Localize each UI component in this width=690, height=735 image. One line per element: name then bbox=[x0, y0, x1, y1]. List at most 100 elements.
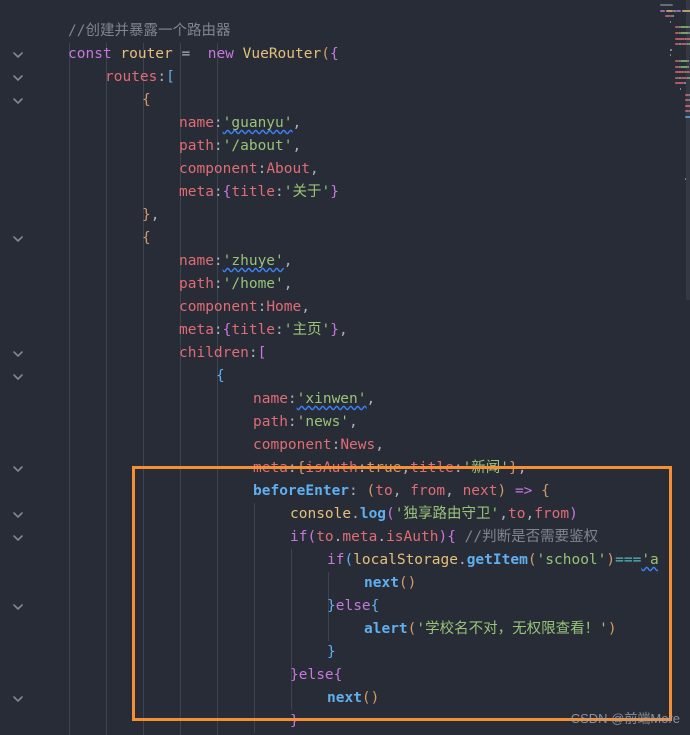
code-line[interactable]: routes:[ bbox=[105, 66, 175, 89]
code-token: , bbox=[525, 506, 535, 522]
minimap-token bbox=[660, 4, 673, 6]
code-line[interactable]: name:'xinwen', bbox=[253, 388, 375, 411]
chevron-down-icon[interactable] bbox=[8, 68, 28, 88]
code-line[interactable]: meta:{title:'关于'} bbox=[179, 181, 339, 204]
code-line[interactable]: { bbox=[142, 89, 151, 112]
minimap-token bbox=[674, 71, 685, 74]
code-token: ) bbox=[607, 621, 617, 637]
code-token: ( bbox=[307, 529, 317, 545]
code-token: 'xinwen' bbox=[296, 391, 367, 407]
code-line[interactable]: path:'news', bbox=[253, 411, 358, 434]
code-token: { bbox=[333, 667, 343, 683]
code-line[interactable]: console.log('独享路由守卫',to,from) bbox=[290, 503, 578, 526]
code-token: : bbox=[213, 138, 223, 154]
code-token: , bbox=[292, 115, 302, 131]
code-line[interactable]: if(localStorage.getItem('school')==='atg… bbox=[327, 549, 685, 572]
code-line[interactable]: name:'zhuye', bbox=[179, 250, 293, 273]
minimap-token bbox=[664, 15, 672, 18]
code-line[interactable]: } bbox=[290, 710, 299, 733]
code-line[interactable]: meta:{isAuth:true,title:'新闻'}, bbox=[253, 457, 527, 480]
code-token: ) bbox=[497, 483, 507, 499]
code-line[interactable]: }else{ bbox=[290, 664, 342, 687]
code-editor-window: //创建并暴露一个路由器 const router = new VueRouter… bbox=[0, 0, 690, 735]
code-line[interactable]: name:'guanyu', bbox=[179, 112, 301, 135]
code-line[interactable]: path:'/about', bbox=[179, 135, 301, 158]
minimap-token bbox=[669, 20, 672, 23]
chevron-down-icon[interactable] bbox=[8, 459, 28, 479]
chevron-down-icon[interactable] bbox=[8, 367, 28, 387]
code-token: 'zhuye' bbox=[222, 253, 284, 269]
code-line[interactable]: { bbox=[216, 365, 225, 388]
code-line[interactable]: //创建并暴露一个路由器 bbox=[68, 20, 230, 43]
code-token: '新闻' bbox=[462, 460, 510, 476]
code-token: ( bbox=[361, 690, 371, 706]
code-token: ( bbox=[386, 506, 395, 522]
code-content-area[interactable]: //创建并暴露一个路由器 const router = new VueRouter… bbox=[0, 0, 690, 735]
vertical-scrollbar-slider[interactable] bbox=[686, 0, 690, 300]
code-line[interactable]: } bbox=[327, 641, 336, 664]
code-token: : bbox=[331, 437, 341, 453]
code-token: : bbox=[287, 414, 297, 430]
code-token: ( bbox=[321, 46, 330, 62]
code-token: ) bbox=[407, 575, 417, 591]
code-token: '/about' bbox=[222, 138, 293, 154]
code-line[interactable]: component:About, bbox=[179, 158, 319, 181]
code-token: { bbox=[216, 368, 225, 384]
code-line[interactable]: alert('学校名不对，无权限查看！') bbox=[364, 618, 617, 641]
code-token: const bbox=[68, 46, 112, 62]
code-token: next bbox=[364, 575, 399, 591]
chevron-down-icon[interactable] bbox=[8, 229, 28, 249]
code-token: : bbox=[453, 460, 463, 476]
minimap-token bbox=[672, 15, 674, 18]
code-token: alert bbox=[364, 621, 408, 637]
code-line[interactable]: path:'/home', bbox=[179, 273, 293, 296]
code-token: : bbox=[287, 391, 297, 407]
code-token: About bbox=[266, 161, 310, 177]
code-token: name bbox=[253, 391, 288, 407]
code-token: ) bbox=[569, 506, 578, 522]
code-line[interactable]: meta:{title:'主页'}, bbox=[179, 319, 348, 342]
code-token: ( bbox=[366, 483, 376, 499]
code-token: component bbox=[253, 437, 332, 453]
code-line[interactable]: next() bbox=[327, 687, 379, 710]
code-token: component bbox=[179, 299, 258, 315]
code-token: Home bbox=[266, 299, 302, 315]
code-line[interactable]: component:Home, bbox=[179, 296, 310, 319]
code-token: 'school' bbox=[536, 552, 607, 568]
code-token: '关于' bbox=[283, 184, 331, 200]
chevron-down-icon[interactable] bbox=[8, 344, 28, 364]
code-token: title bbox=[410, 460, 454, 476]
code-line[interactable]: children:[ bbox=[179, 342, 266, 365]
code-token: meta bbox=[179, 322, 214, 338]
code-token: : bbox=[248, 345, 258, 361]
code-token: === bbox=[615, 552, 642, 568]
code-token: router bbox=[120, 46, 173, 62]
code-token: : bbox=[275, 322, 284, 338]
code-line[interactable]: }, bbox=[142, 204, 159, 227]
code-token: } bbox=[327, 598, 336, 614]
code-line[interactable]: component:News, bbox=[253, 434, 384, 457]
chevron-down-icon[interactable] bbox=[8, 45, 28, 65]
chevron-down-icon[interactable] bbox=[8, 505, 28, 525]
chevron-down-icon[interactable] bbox=[8, 91, 28, 111]
code-token: , bbox=[517, 460, 527, 476]
code-token: : bbox=[357, 460, 367, 476]
code-line[interactable]: next() bbox=[364, 572, 416, 595]
code-line[interactable]: }else{ bbox=[327, 595, 379, 618]
code-token: next bbox=[327, 690, 362, 706]
code-line[interactable]: if(to.meta.isAuth){ //判断是否需要鉴权 bbox=[290, 526, 598, 549]
code-token: component bbox=[179, 161, 258, 177]
code-line[interactable]: const router = new VueRouter({ bbox=[68, 43, 339, 66]
chevron-down-icon[interactable] bbox=[8, 689, 28, 709]
code-token: . bbox=[351, 506, 360, 522]
chevron-down-icon[interactable] bbox=[8, 528, 28, 548]
chevron-down-icon[interactable] bbox=[8, 597, 28, 617]
code-line[interactable]: beforeEnter: (to, from, next) => { bbox=[253, 480, 550, 503]
code-token: path bbox=[253, 414, 288, 430]
minimap-token bbox=[669, 54, 672, 57]
code-line[interactable]: { bbox=[142, 227, 151, 250]
code-token: children bbox=[179, 345, 249, 361]
code-token: . bbox=[457, 552, 467, 568]
